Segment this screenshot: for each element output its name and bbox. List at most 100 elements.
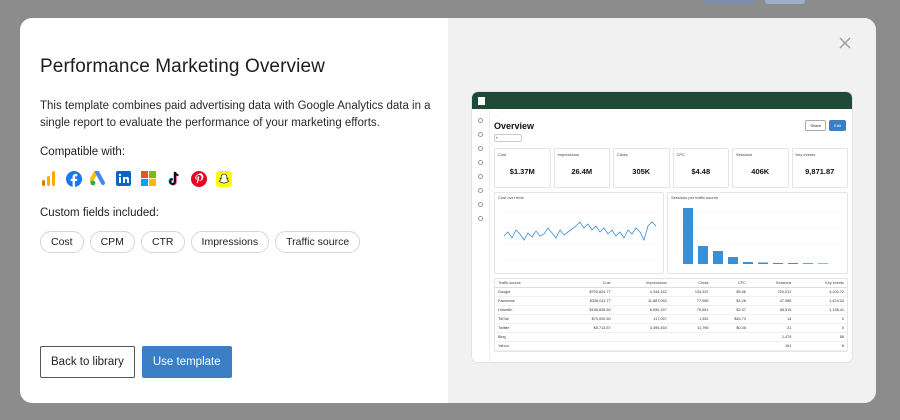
table-cell: $198,826.50 (556, 305, 614, 315)
modal-actions: Back to library Use template (40, 346, 232, 378)
preview-kpi-card: Sessions 406K (732, 148, 789, 188)
table-cell (556, 332, 614, 342)
table-cell: 1,532 (669, 314, 712, 324)
table-cell: Bing (495, 332, 557, 342)
microsoft-ads-icon (140, 170, 157, 187)
kpi-value: $4.48 (691, 167, 711, 176)
kpi-label: Clicks (617, 152, 628, 157)
background-button (705, 0, 755, 4)
table-header-row: Traffic source Cost Impressions Clicks C… (495, 279, 847, 288)
preview-nav-icon (478, 132, 483, 137)
table-cell: Yahoo (495, 341, 557, 351)
template-details: Performance Marketing Overview This temp… (20, 18, 448, 403)
kpi-value: 305K (632, 167, 651, 176)
table-cell: LinkedIn (495, 305, 557, 315)
table-cell: Twitter (495, 323, 557, 333)
table-row: Yahoo 161 8 (495, 341, 847, 351)
preview-heading: Overview (494, 121, 535, 131)
kpi-value: 406K (751, 167, 770, 176)
table-cell: 21 (748, 323, 795, 333)
table-cell: 4,344,142 (613, 287, 670, 297)
kpi-label: Key events (795, 152, 816, 157)
use-template-button[interactable]: Use template (141, 346, 232, 378)
table-cell: $2.47 (711, 305, 749, 315)
google-ads-icon (90, 170, 107, 187)
close-icon[interactable] (838, 36, 854, 52)
preview-header-bar (472, 92, 852, 109)
table-cell: 117,057 (613, 314, 670, 324)
table-cell: 11,796 (669, 323, 712, 333)
preview-kpi-row: Cost $1.37M Impressions 26.4M Clicks 305K C… (494, 148, 848, 188)
preview-header-buttons: Share Edit (805, 120, 846, 131)
table-cell: 6,590,157 (613, 305, 670, 315)
table-cell: $4.28 (711, 296, 749, 306)
table-cell (669, 332, 712, 342)
table-cell: 0 (794, 323, 847, 333)
table-cell: $45.73 (711, 314, 749, 324)
table-cell (711, 341, 749, 351)
pinterest-icon (190, 170, 207, 187)
google-analytics-icon (40, 170, 57, 187)
table-cell: $336,011.77 (556, 296, 614, 306)
preview-nav-icon (478, 146, 483, 151)
preview-logo-icon (478, 96, 485, 105)
kpi-value: $1.37M (509, 167, 535, 176)
back-to-library-button[interactable]: Back to library (40, 346, 135, 378)
preview-main: · · · Overview Share Edit ▾ Cost $1.37M I… (494, 109, 848, 362)
template-preview-panel: · · · Overview Share Edit ▾ Cost $1.37M I… (448, 18, 876, 403)
table-cell: 1,479 (748, 332, 795, 342)
preview-sidebar (472, 109, 490, 362)
preview-nav-icon (478, 118, 483, 123)
table-header: Sessions (748, 279, 795, 288)
kpi-label: Impressions (557, 152, 580, 157)
background-button (765, 0, 805, 4)
bar-chart-graphic (679, 208, 839, 264)
table-cell: 11,887,053 (613, 296, 670, 306)
kpi-label: Sessions (736, 152, 753, 157)
preview-nav-icon (478, 202, 483, 207)
table-cell: 79,551 (669, 305, 712, 315)
table-cell: 4,100.72 (794, 287, 847, 297)
table-cell: $0.48 (711, 323, 749, 333)
custom-field-chip: Impressions (190, 231, 270, 253)
preview-nav-icon (478, 188, 483, 193)
custom-field-chip: CPM (89, 231, 135, 253)
table-cell: 0 (794, 314, 847, 324)
preview-share-button: Share (805, 120, 827, 131)
table-cell: $5.66 (711, 287, 749, 297)
facebook-icon (65, 170, 82, 187)
preview-date-filter: ▾ (494, 134, 522, 142)
kpi-value: 26.4M (571, 167, 593, 176)
tiktok-icon (165, 170, 182, 187)
preview-nav-icon (478, 174, 483, 179)
kpi-label: CPC (676, 152, 685, 157)
table-cell: 8 (794, 341, 847, 351)
table-row: Twitter $5,713.57 3,490,453 11,796 $0.48… (495, 323, 847, 333)
dashboard-preview-image: · · · Overview Share Edit ▾ Cost $1.37M I… (472, 92, 852, 362)
preview-line-chart: Cost over time (494, 192, 664, 274)
preview-bar-chart: Sessions per traffic source (667, 192, 848, 274)
preview-kpi-card: CPC $4.48 (672, 148, 729, 188)
kpi-value: 9,871.87 (805, 167, 835, 176)
table-header: Clicks (669, 279, 712, 288)
table-cell: Facebook (495, 296, 557, 306)
table-header: CPC (711, 279, 749, 288)
table-cell: 77,556 (669, 296, 712, 306)
preview-nav-icon (478, 216, 483, 221)
table-row: LinkedIn $198,826.50 6,590,157 79,551 $2… (495, 305, 847, 315)
preview-kpi-card: Key events 9,871.87 (791, 148, 848, 188)
table-cell: $70,000.50 (556, 314, 614, 324)
custom-field-chip: Cost (40, 231, 84, 253)
table-header: Traffic source (495, 279, 557, 288)
table-cell: 58 (794, 332, 847, 342)
table-cell: TikTok (495, 314, 557, 324)
table-cell (556, 341, 614, 351)
preview-nav-icon (478, 160, 483, 165)
linkedin-icon (115, 170, 132, 187)
custom-field-chip: CTR (140, 231, 185, 253)
table-row: TikTok $70,000.50 117,057 1,532 $45.73 1… (495, 314, 847, 324)
table-cell: $5,713.57 (556, 323, 614, 333)
compatible-label: Compatible with: (40, 146, 126, 158)
table-cell: $700,824.77 (556, 287, 614, 297)
custom-fields-list: Cost CPM CTR Impressions Traffic source (40, 231, 428, 253)
